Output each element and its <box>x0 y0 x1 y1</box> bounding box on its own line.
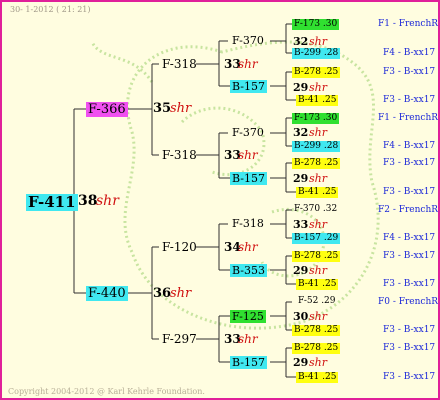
ancestor-4-7-year: 30 <box>293 310 309 323</box>
ancestor-4-1-shr: shr <box>309 35 327 48</box>
sire-id: F-440 <box>86 286 128 301</box>
queen-year: 38 <box>78 193 98 209</box>
race-label-12: F3 - B-xx17 <box>383 279 436 289</box>
race-label-2: F4 - B-xx17 <box>383 48 436 58</box>
sire-shr: shr <box>170 286 192 301</box>
sire-year: 36 <box>153 286 172 301</box>
ancestor-5-16: B-41 .25 <box>296 372 339 383</box>
race-label-16: F3 - B-xx17 <box>383 372 436 382</box>
race-label-13: F0 - FrenchR <box>378 297 439 307</box>
ancestor-4-8: B-157 <box>230 356 267 369</box>
ancestor-4-2: B-157 <box>230 80 267 93</box>
ancestor-4-4-shr: shr <box>309 172 327 185</box>
ancestor-4-6: B-353 <box>230 264 267 277</box>
ancestor-5-9: F-370 .32 <box>294 204 338 214</box>
ancestor-4-3-year: 32 <box>293 126 309 139</box>
ancestor-5-2: B-299 .28 <box>292 48 341 59</box>
ancestor-4-8-shr: shr <box>309 356 327 369</box>
ancestor-5-8: B-41 .25 <box>296 187 339 198</box>
ancestor-5-5: F-173 .30 <box>292 113 340 124</box>
dam-year: 35 <box>153 101 172 116</box>
queen-shr: shr <box>96 193 119 209</box>
ancestor-4-8-year: 29 <box>293 356 309 369</box>
dam-id: F-366 <box>86 102 128 117</box>
ancestor-5-12: B-41 .25 <box>296 279 339 290</box>
ancestor-4-5: F-318 <box>232 217 264 230</box>
ancestor-5-15: B-278 .25 <box>292 343 341 354</box>
ancestor-4-6-shr: shr <box>309 264 327 277</box>
ancestor-5-7: B-278 .25 <box>292 158 341 169</box>
race-label-1: F1 - FrenchR <box>378 19 439 29</box>
race-label-3: F3 - B-xx17 <box>383 67 436 77</box>
ancestor-4-2-year: 29 <box>293 81 309 94</box>
ancestor-3-2-shr: shr <box>238 148 258 162</box>
ancestor-5-11: B-278 .25 <box>292 251 341 262</box>
dam-shr: shr <box>170 101 192 116</box>
race-label-11: F3 - B-xx17 <box>383 251 436 261</box>
ancestor-4-4: B-157 <box>230 172 267 185</box>
ancestor-3-2: F-318 <box>162 148 197 162</box>
ancestor-4-1: F-370 <box>232 34 264 47</box>
ancestor-4-3-shr: shr <box>309 126 327 139</box>
ancestor-3-4-shr: shr <box>238 332 258 346</box>
ancestor-4-5-shr: shr <box>309 218 327 231</box>
ancestor-4-7-shr: shr <box>309 310 327 323</box>
race-label-8: F3 - B-xx17 <box>383 187 436 197</box>
ancestor-5-6: B-299 .28 <box>292 141 341 152</box>
ancestor-5-10: B-157 .29 <box>292 233 341 244</box>
race-label-14: F3 - B-xx17 <box>383 325 436 335</box>
ancestor-3-3: F-120 <box>162 240 197 254</box>
ancestor-3-4: F-297 <box>162 332 197 346</box>
pedigree-frame: 30- 1-2012 ( 21: 21) F-411 38 shr F-366 … <box>0 0 440 400</box>
ancestor-4-5-year: 33 <box>293 218 309 231</box>
race-label-9: F2 - FrenchR <box>378 205 439 215</box>
ancestor-4-3: F-370 <box>232 126 264 139</box>
ancestor-5-13: F-52 .29 <box>298 296 336 306</box>
ancestor-3-1: F-318 <box>162 57 197 71</box>
report-timestamp: 30- 1-2012 ( 21: 21) <box>10 5 91 14</box>
race-label-10: F4 - B-xx17 <box>383 233 436 243</box>
race-label-6: F4 - B-xx17 <box>383 141 436 151</box>
ancestor-5-1: F-173 .30 <box>292 19 340 30</box>
ancestor-4-7: F-125 <box>230 310 266 323</box>
ancestor-4-4-year: 29 <box>293 172 309 185</box>
ancestor-5-3: B-278 .25 <box>292 67 341 78</box>
race-label-5: F1 - FrenchR <box>378 113 439 123</box>
ancestor-3-1-shr: shr <box>238 57 258 71</box>
race-label-4: F3 - B-xx17 <box>383 95 436 105</box>
race-label-7: F3 - B-xx17 <box>383 158 436 168</box>
queen-id: F-411 <box>26 193 78 211</box>
ancestor-4-2-shr: shr <box>309 81 327 94</box>
ancestor-5-14: B-278 .25 <box>292 325 341 336</box>
ancestor-5-4: B-41 .25 <box>296 95 339 106</box>
ancestor-4-6-year: 29 <box>293 264 309 277</box>
race-label-15: F3 - B-xx17 <box>383 343 436 353</box>
ancestor-3-3-shr: shr <box>238 240 258 254</box>
copyright-notice: Copyright 2004-2012 @ Karl Kehrle Founda… <box>8 387 205 396</box>
ancestor-4-1-year: 32 <box>293 35 309 48</box>
